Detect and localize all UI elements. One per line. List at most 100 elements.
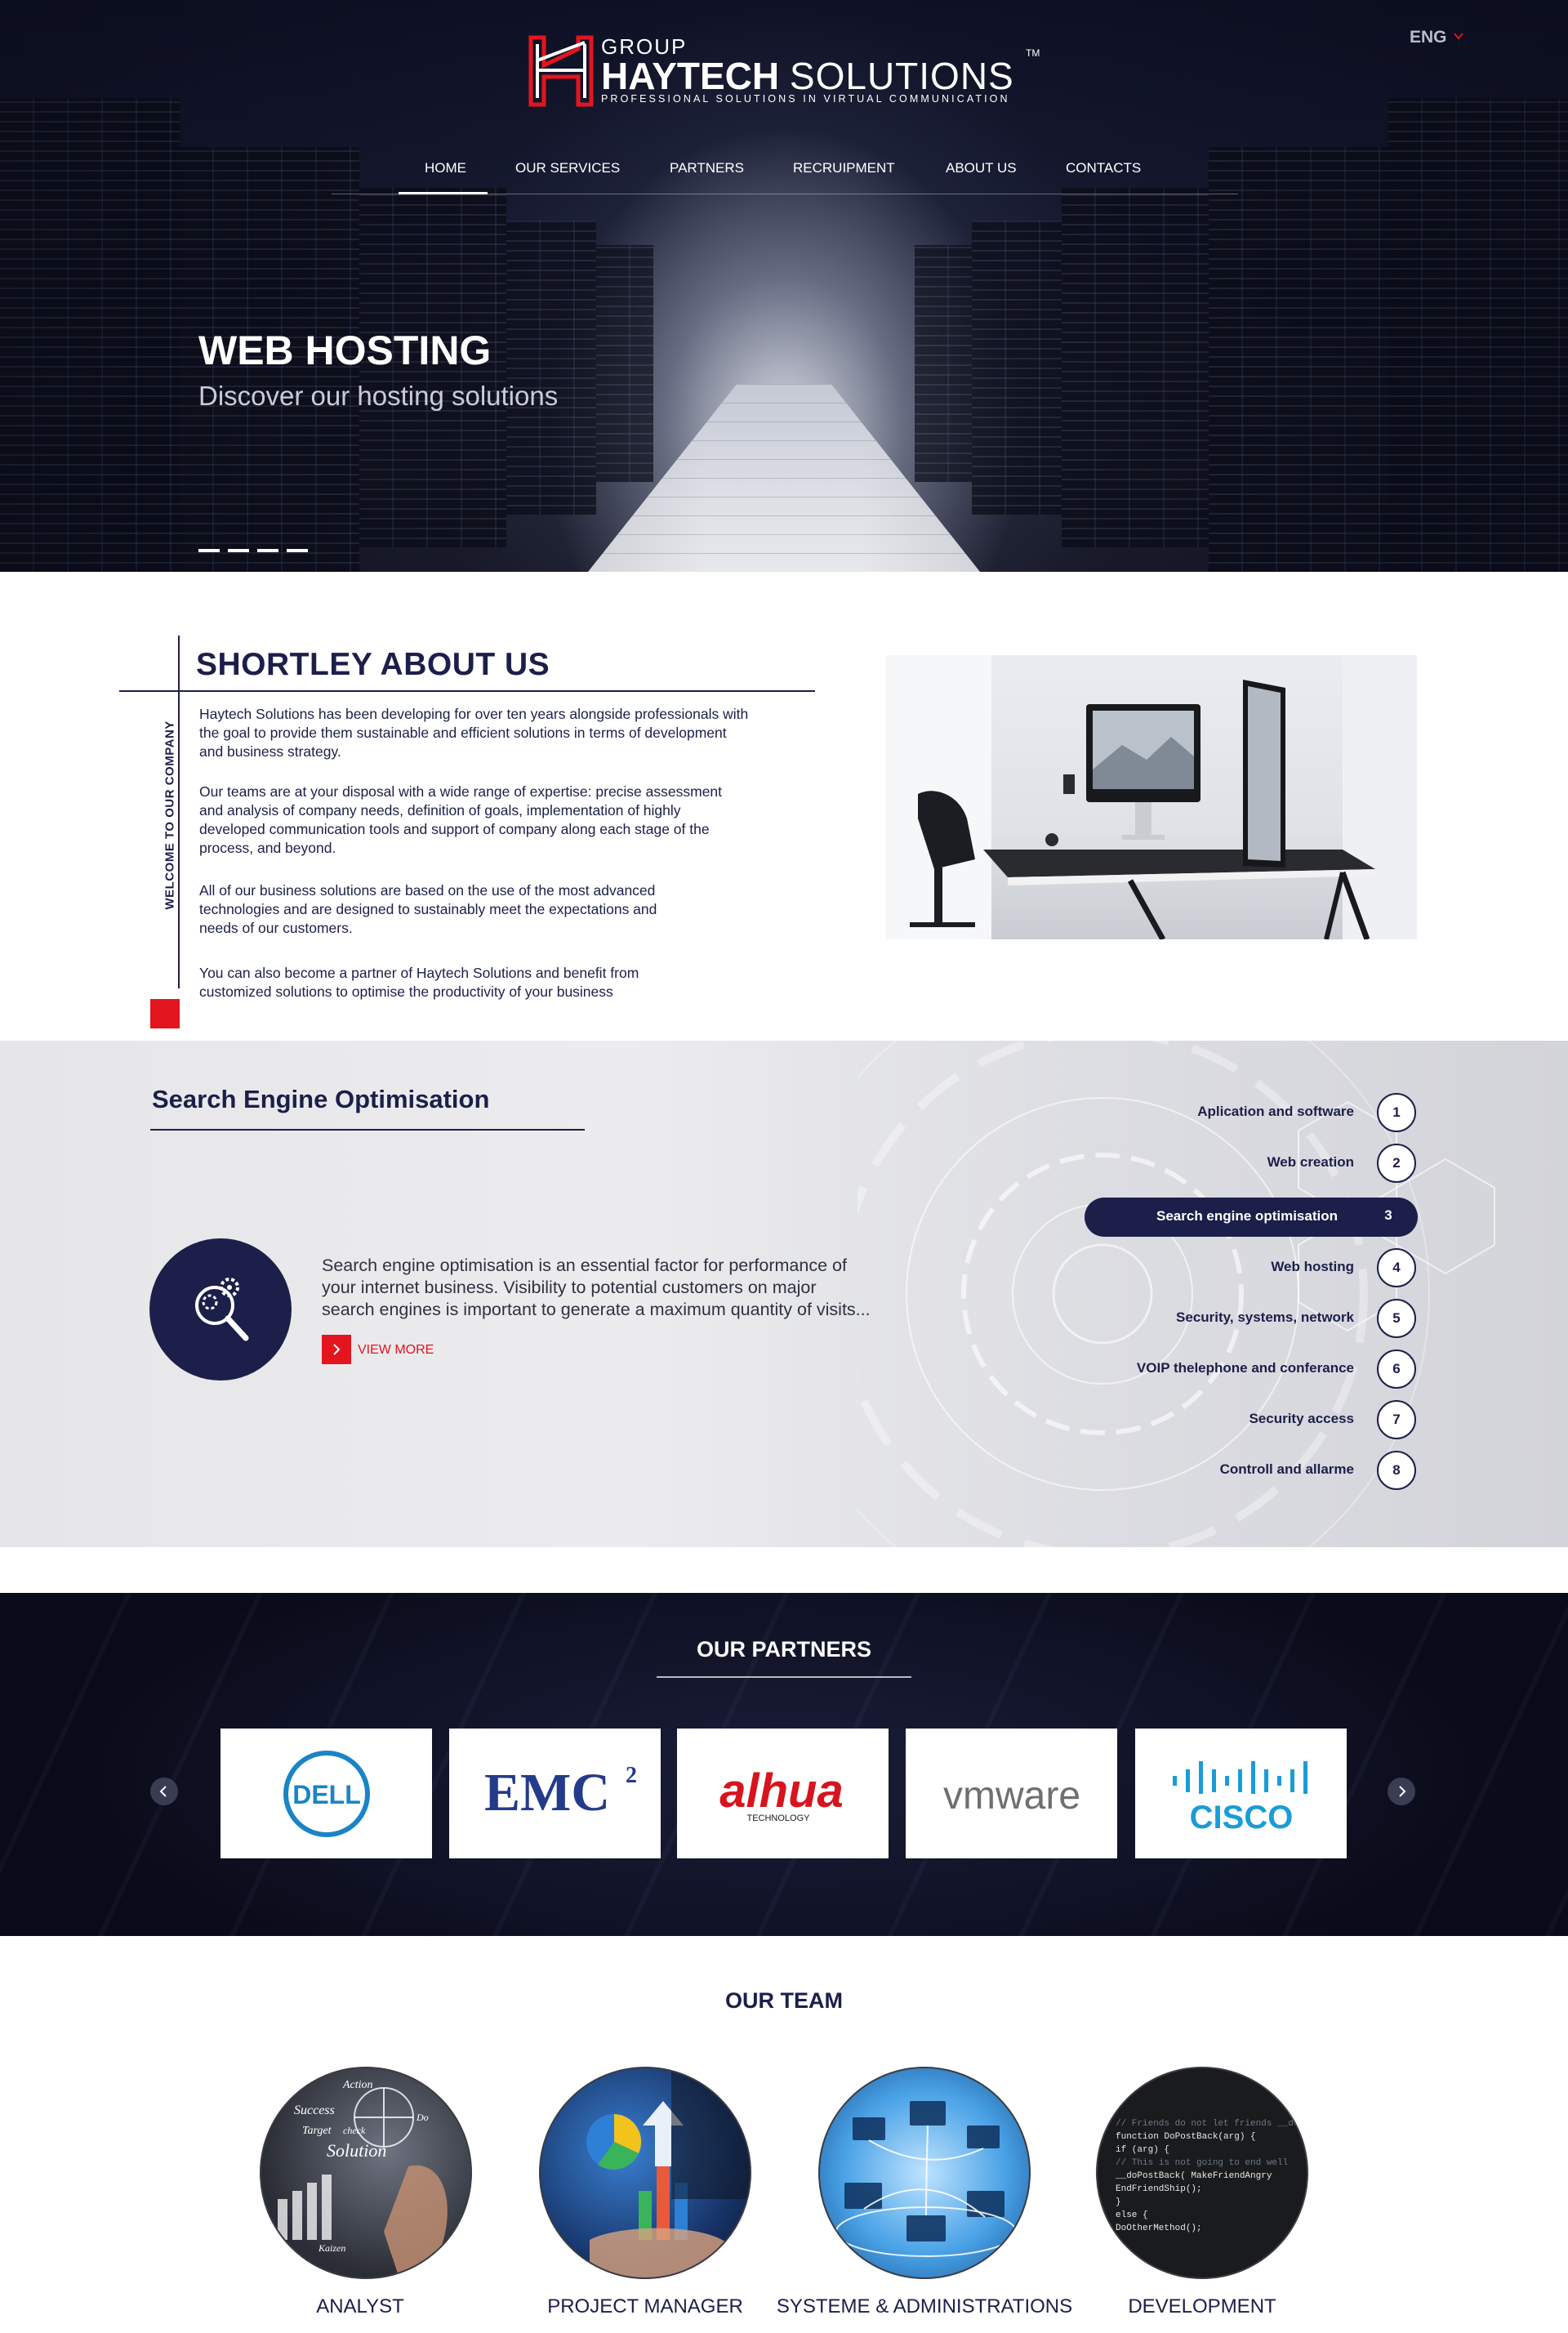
partner-logo-vmware[interactable]: vmware <box>906 1729 1117 1858</box>
dahua-logo-subtext: TECHNOLOGY <box>746 1813 810 1823</box>
emc-logo-sup: 2 <box>626 1763 637 1788</box>
about-p3-line-1: All of our business solutions are based … <box>199 882 656 899</box>
service-number: 5 <box>1377 1299 1416 1338</box>
dahua-logo-text: alhua <box>719 1764 844 1818</box>
about-p2-line-1: Our teams are at your disposal with a wi… <box>199 783 723 800</box>
chevron-down-icon[interactable] <box>1454 31 1463 41</box>
code-line: } <box>1116 2237 1121 2246</box>
gear-magnifier-icon <box>195 1278 249 1341</box>
analyst-word: Solution <box>327 2140 386 2161</box>
analyst-word: Kaizen <box>318 2242 345 2254</box>
nav-about-us[interactable]: ABOUT US <box>946 160 1017 176</box>
slider-dot-3[interactable] <box>257 549 278 552</box>
dell-logo: DELL <box>283 1751 370 1837</box>
team-photo-analyst[interactable]: Action Success Target Solution check Kai… <box>260 2067 472 2279</box>
nav-home[interactable]: HOME <box>399 160 488 194</box>
about-paragraph-3: All of our business solutions are based … <box>199 881 657 938</box>
service-number: 6 <box>1377 1349 1416 1389</box>
service-item-8[interactable]: Controll and allarme 8 <box>1078 1451 1421 1490</box>
view-more-link[interactable]: VIEW MORE <box>358 1343 434 1358</box>
welcome-vertical-label: WELCOME TO OUR COMPANY <box>163 720 177 910</box>
slider-dot-4[interactable] <box>287 549 308 552</box>
seo-section: Search Engine Optimisation Search engine… <box>0 1041 1568 1547</box>
service-item-7[interactable]: Security access 7 <box>1078 1400 1421 1439</box>
code-line: if (arg) { <box>1116 2145 1169 2155</box>
about-p1-line-3: and business strategy. <box>199 743 341 760</box>
analyst-image: Action Success Target Solution check Kai… <box>278 2079 448 2277</box>
partners-title-underline <box>657 1676 911 1678</box>
view-more-button[interactable] <box>322 1335 351 1364</box>
cisco-logo-text: CISCO <box>1190 1800 1294 1836</box>
nav-partners[interactable]: PARTNERS <box>670 160 744 176</box>
code-line: else { <box>1116 2210 1148 2220</box>
dahua-logo: alhua TECHNOLOGY <box>719 1764 844 1823</box>
hero-title: WEB HOSTING <box>198 328 492 373</box>
seo-description-line-3: search engines is important to generate … <box>322 1300 871 1319</box>
slider-dot-1[interactable] <box>198 549 220 552</box>
partners-section: OUR PARTNERS DELL EMC 2 alhua TECHNOLOGY… <box>0 1593 1568 1936</box>
partner-logo-emc[interactable]: EMC 2 <box>449 1729 661 1858</box>
partner-logo-dahua[interactable]: alhua TECHNOLOGY <box>677 1729 889 1858</box>
development-code-image: // Friends do not let friends __doPost f… <box>1115 2119 1307 2259</box>
team-photo-development[interactable]: // Friends do not let friends __doPost f… <box>1096 2067 1308 2279</box>
slider-indicators <box>198 549 308 552</box>
service-item-4[interactable]: Web hosting 4 <box>1078 1248 1421 1287</box>
emc-logo: EMC 2 <box>484 1763 637 1822</box>
analyst-word: check <box>343 2125 366 2136</box>
about-vertical-rule <box>178 636 180 988</box>
emc-logo-text: EMC <box>484 1763 610 1822</box>
language-selector[interactable]: ENG <box>1410 28 1447 47</box>
company-logo[interactable]: GROUP HAYTECH SOLUTIONS TM PROFESSIONAL … <box>526 29 1049 108</box>
about-p3-line-2: technologies and are designed to sustain… <box>199 901 657 917</box>
seo-service-icon-badge <box>149 1238 292 1381</box>
seo-description: Search engine optimisation is an essenti… <box>322 1255 893 1321</box>
code-line: } <box>1116 2197 1121 2207</box>
service-item-5[interactable]: Security, systems, network 5 <box>1078 1299 1421 1338</box>
service-item-6[interactable]: VOIP thelephone and conferance 6 <box>1078 1349 1421 1389</box>
team-photo-project-manager[interactable] <box>539 2067 751 2279</box>
about-paragraph-2: Our teams are at your disposal with a wi… <box>199 783 722 858</box>
about-p2-line-2: and analysis of company needs, definitio… <box>199 802 681 819</box>
team-title: OUR TEAM <box>725 1988 843 2013</box>
project-manager-image <box>586 2068 750 2277</box>
team-photo-systeme-administrations[interactable] <box>818 2067 1031 2279</box>
seo-description-line-1: Search engine optimisation is an essenti… <box>322 1256 847 1275</box>
logo-h-mark-icon <box>528 35 594 107</box>
service-number: 8 <box>1377 1451 1416 1490</box>
service-number: 3 <box>1384 1207 1392 1223</box>
nav-our-services[interactable]: OUR SERVICES <box>515 160 620 176</box>
about-p1-line-1: Haytech Solutions has been developing fo… <box>199 706 749 722</box>
service-number: 2 <box>1377 1144 1416 1183</box>
chevron-right-icon <box>1399 1786 1406 1797</box>
about-paragraph-1: Haytech Solutions has been developing fo… <box>199 705 748 761</box>
logo-trademark: TM <box>1026 47 1040 59</box>
partner-logo-cisco[interactable]: CISCO <box>1135 1729 1347 1858</box>
about-horizontal-rule <box>119 690 815 692</box>
service-item-2[interactable]: Web creation 2 <box>1078 1144 1421 1183</box>
slider-dot-2[interactable] <box>228 549 249 552</box>
about-p4-line-1: You can also become a partner of Haytech… <box>199 965 639 981</box>
partners-prev-button[interactable] <box>150 1778 178 1805</box>
seo-title: Search Engine Optimisation <box>152 1085 490 1113</box>
service-label: Search engine optimisation <box>1156 1208 1338 1224</box>
about-p2-line-4: process, and beyond. <box>199 840 336 856</box>
service-label: Controll and allarme <box>1219 1461 1354 1477</box>
service-item-3-active[interactable]: Search engine optimisation 3 <box>1085 1198 1418 1237</box>
vmware-logo: vmware <box>943 1774 1080 1818</box>
code-line: EndFriendShip(); <box>1116 2184 1202 2194</box>
service-label: Aplication and software <box>1197 1104 1354 1119</box>
partners-next-button[interactable] <box>1388 1778 1415 1805</box>
nav-contacts[interactable]: CONTACTS <box>1066 160 1141 176</box>
partner-logo-dell[interactable]: DELL <box>220 1729 432 1858</box>
logo-name: HAYTECH SOLUTIONS <box>601 54 1014 98</box>
nav-recruipment[interactable]: RECRUIPMENT <box>793 160 895 176</box>
partners-title: OUR PARTNERS <box>696 1637 871 1662</box>
service-item-1[interactable]: Aplication and software 1 <box>1078 1093 1421 1132</box>
team-label-development: DEVELOPMENT <box>1128 2295 1276 2317</box>
code-line: } <box>1116 2250 1121 2259</box>
analyst-word: Do <box>416 2112 429 2123</box>
service-label: Web creation <box>1267 1154 1354 1170</box>
service-label: Security, systems, network <box>1176 1309 1354 1325</box>
logo-name-bold: HAYTECH <box>601 55 780 97</box>
about-p1-line-2: the goal to provide them sustainable and… <box>199 725 727 741</box>
